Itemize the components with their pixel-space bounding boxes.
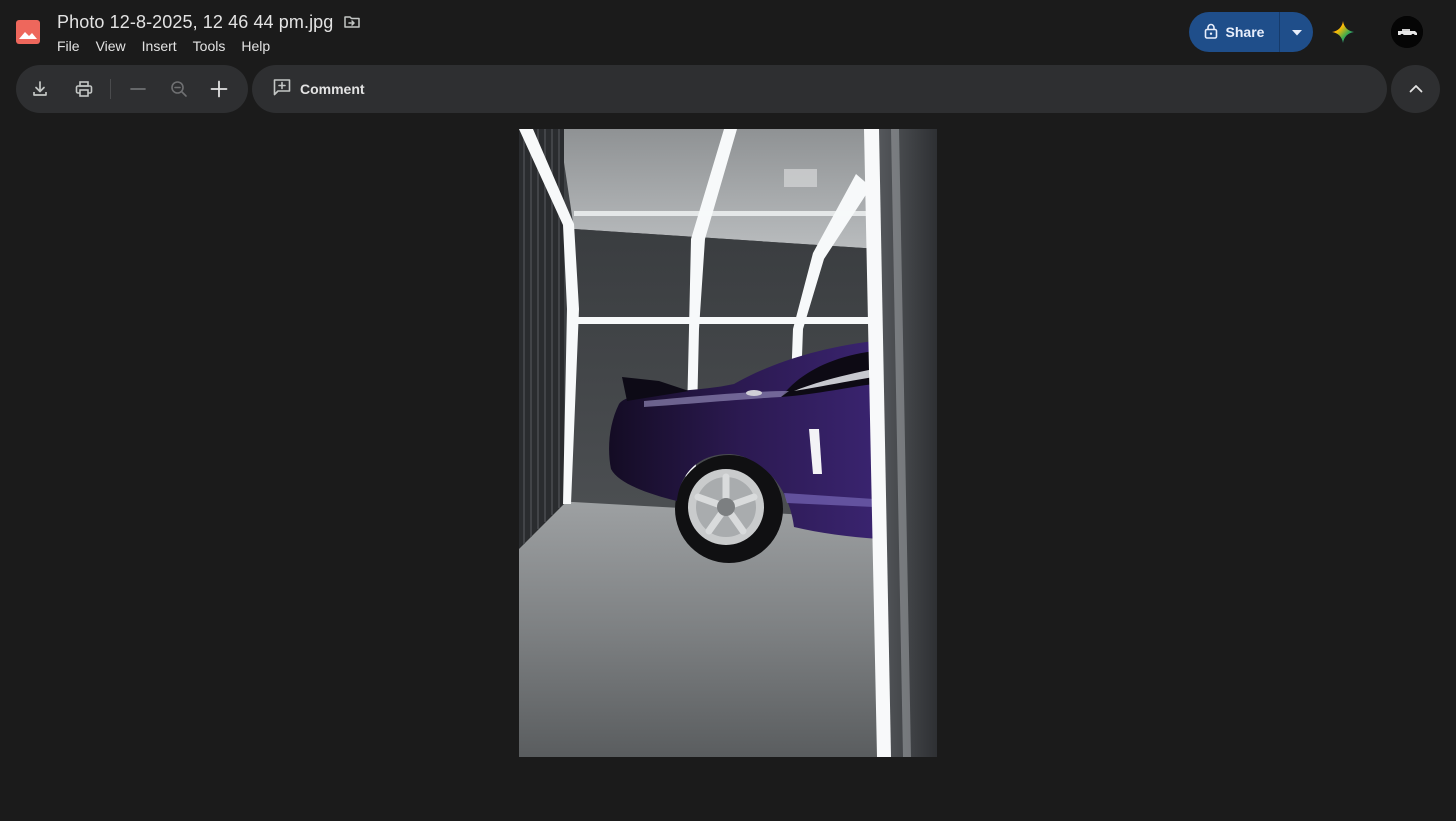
share-label: Share — [1225, 24, 1265, 40]
image-preview — [519, 129, 937, 757]
image-file-icon[interactable] — [16, 20, 40, 44]
menu-bar: File View Insert Tools Help — [49, 36, 278, 58]
minus-icon[interactable] — [126, 77, 150, 101]
toolbar-divider — [110, 79, 111, 99]
zoom-out-icon[interactable] — [167, 77, 191, 101]
move-to-folder-icon[interactable] — [343, 13, 361, 31]
comment-button[interactable]: Comment — [272, 77, 365, 101]
menu-help[interactable]: Help — [233, 36, 278, 58]
print-icon[interactable] — [72, 77, 96, 101]
share-dropdown-button[interactable] — [1280, 12, 1313, 52]
menu-view[interactable]: View — [88, 36, 134, 58]
menu-file[interactable]: File — [49, 36, 88, 58]
menu-tools[interactable]: Tools — [185, 36, 234, 58]
document-title[interactable]: Photo 12-8-2025, 12 46 44 pm.jpg — [57, 12, 333, 33]
share-button[interactable]: Share — [1189, 12, 1279, 52]
view-toolbar — [16, 65, 248, 113]
gemini-sparkle-icon[interactable] — [1331, 20, 1355, 44]
collapse-toolbar-button[interactable] — [1391, 65, 1440, 113]
share-button-group: Share — [1189, 12, 1313, 52]
lock-icon — [1204, 23, 1218, 42]
caret-down-icon — [1291, 23, 1302, 41]
plus-icon[interactable] — [207, 77, 231, 101]
comment-label: Comment — [300, 81, 365, 97]
account-avatar[interactable] — [1391, 16, 1423, 48]
download-icon[interactable] — [28, 77, 52, 101]
title-row: Photo 12-8-2025, 12 46 44 pm.jpg — [57, 10, 361, 34]
menu-insert[interactable]: Insert — [134, 36, 185, 58]
chevron-up-icon — [1409, 80, 1423, 98]
main-toolbar: Comment — [252, 65, 1387, 113]
add-comment-icon — [272, 77, 292, 102]
app-bar: Photo 12-8-2025, 12 46 44 pm.jpg File Vi… — [0, 0, 1456, 64]
